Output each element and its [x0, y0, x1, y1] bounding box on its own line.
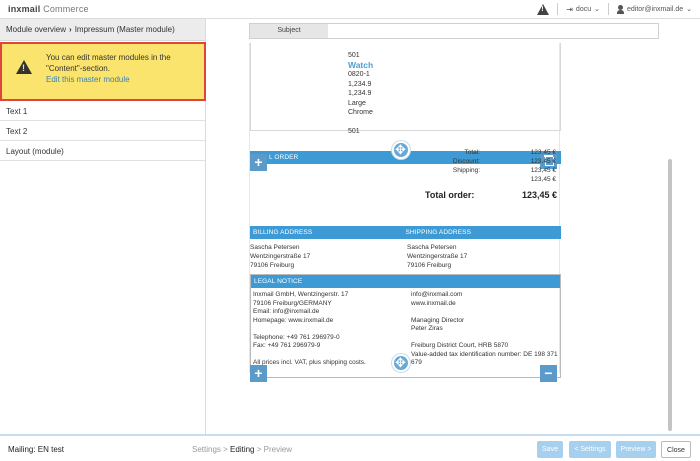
top-bar: inxmail Commerce ⇥ docu ⌄ editor@inxmail… [0, 0, 700, 19]
add-module-button[interactable]: + [250, 154, 267, 171]
totals-row: Shipping: 123,45 € [452, 167, 556, 174]
close-button[interactable]: Close [661, 441, 691, 458]
move-handle-icon[interactable] [392, 354, 410, 372]
email-preview: 501 Watch 0820-1 1,234.9 1,234.9 Large C… [249, 43, 561, 382]
chevron-down-icon: ⌄ [594, 6, 600, 13]
top-right-controls: ⇥ docu ⌄ editor@inxmail.de ⌄ [537, 3, 692, 15]
breadcrumb: Module overview › Impressum (Master module… [0, 19, 205, 41]
edit-master-module-link[interactable]: Edit this master module [46, 74, 196, 85]
app-logo: inxmail Commerce [8, 4, 89, 14]
move-handle-icon[interactable] [392, 141, 410, 159]
mailing-name: Mailing: EN test [8, 445, 65, 454]
scrollbar[interactable] [668, 159, 672, 431]
collapse-module-button[interactable]: − [540, 365, 557, 382]
back-to-settings-button[interactable]: < Settings [569, 441, 611, 458]
step-settings[interactable]: Settings [192, 445, 221, 454]
editor-canvas: Subject 501 Watch 0820-1 1,234.9 1,234.9… [207, 19, 700, 434]
preview-button[interactable]: Preview > [616, 441, 656, 458]
divider [607, 3, 609, 15]
user-icon [616, 4, 624, 14]
account-menu[interactable]: ⇥ docu ⌄ [566, 5, 600, 14]
totals-row: Discount: 123,45 € [452, 158, 556, 165]
user-email: editor@inxmail.de [626, 5, 684, 13]
step-preview[interactable]: Preview [264, 445, 292, 454]
shipping-header: SHIPPING ADDRESS [405, 229, 472, 236]
add-module-button[interactable]: + [250, 365, 267, 382]
chevron-right-icon: › [69, 25, 72, 34]
product-line: Large [348, 99, 366, 107]
breadcrumb-root[interactable]: Module overview [6, 25, 66, 34]
product-name[interactable]: Watch [348, 60, 373, 71]
total-order-value: 123,45 € [521, 190, 557, 200]
totals-row: 123,45 € [530, 176, 556, 183]
step-editing: Editing [230, 445, 255, 454]
sidebar-item-text-1[interactable]: Text 1 [0, 101, 205, 121]
step-separator: > [254, 445, 264, 454]
legal-header: LEGAL NOTICE [254, 278, 303, 285]
legal-right-column: info@inxmail.com www.inxmail.de Managing… [411, 291, 558, 366]
chevron-down-icon: ⌄ [686, 6, 692, 13]
order-totals: Total: 123,45 € Discount: 123,45 € Shippin… [420, 148, 556, 184]
master-module-notice: You can edit master modules in the "Cont… [0, 42, 206, 101]
step-separator: > [220, 445, 231, 454]
warning-icon [16, 60, 32, 74]
total-order: Total order: 123,45 € [425, 190, 557, 200]
product-line: 1,234.9 [348, 90, 372, 97]
subject-row: Subject [249, 23, 659, 39]
total-order-label: Total order: [425, 190, 475, 200]
save-button[interactable]: Save [537, 441, 563, 458]
totals-row: Total: 123,45 € [464, 149, 556, 156]
address-header-bar: BILLING ADDRESS SHIPPING ADDRESS [250, 226, 561, 239]
notice-text: You can edit master modules in the "Cont… [46, 53, 171, 73]
shipping-address: Sascha Petersen Wentzingerstraße 17 7910… [407, 244, 468, 269]
product-line: 501 [348, 127, 360, 135]
account-label: docu [575, 5, 592, 13]
product-line: 1,234.9 [348, 80, 372, 88]
legal-left-column: Inxmail GmbH, Wentzingerstr. 17 79106 Fr… [253, 291, 366, 366]
product-line: Chrome [348, 109, 373, 116]
product-line: 0820-1 [348, 71, 370, 78]
billing-header: BILLING ADDRESS [253, 229, 313, 236]
legal-header-bar: LEGAL NOTICE [251, 275, 560, 288]
sidebar-item-text-2[interactable]: Text 2 [0, 121, 205, 141]
product-details: 501 Watch 0820-1 1,234.9 1,234.9 Large C… [348, 51, 373, 136]
footer: Mailing: EN test Settings > Editing > Pr… [0, 434, 700, 461]
order-bar-label: L ORDER [269, 154, 299, 161]
product-module[interactable]: 501 Watch 0820-1 1,234.9 1,234.9 Large C… [250, 43, 561, 135]
wizard-steps: Settings > Editing > Preview [192, 445, 292, 454]
user-menu[interactable]: editor@inxmail.de ⌄ [616, 4, 692, 14]
subject-label: Subject [250, 24, 328, 38]
breadcrumb-current: Impressum (Master module) [74, 25, 175, 34]
divider [557, 3, 559, 15]
sidebar: Module overview › Impressum (Master module… [0, 19, 206, 434]
billing-address: Sascha Petersen Wentzingerstraße 17 7910… [250, 244, 311, 269]
warning-icon[interactable] [537, 3, 550, 15]
logout-icon: ⇥ [566, 4, 573, 14]
sidebar-item-layout[interactable]: Layout (module) [0, 141, 205, 161]
